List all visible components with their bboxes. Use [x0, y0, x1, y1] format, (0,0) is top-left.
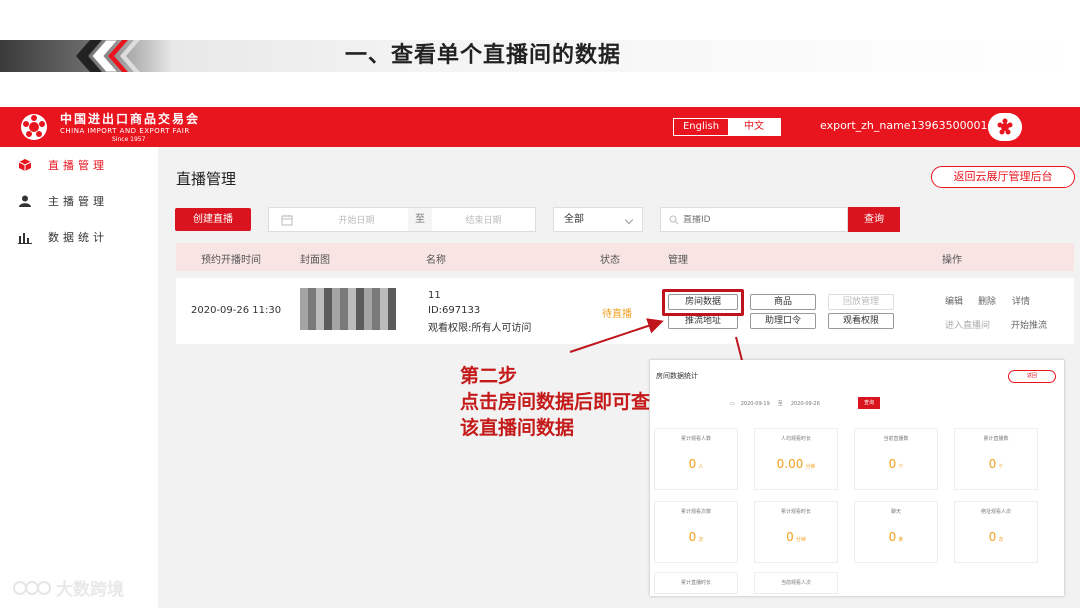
inset-date-start: 2020-09-19: [740, 400, 770, 407]
stat-card: 络址观看人次 0次: [954, 501, 1038, 563]
stat-card: 当前观看人次: [754, 572, 838, 594]
stat-label: 络址观看人次: [980, 509, 1011, 515]
callout-line-1: 第二步: [460, 365, 518, 387]
watermark-logo-icon: [13, 580, 51, 595]
stat-value: 0: [688, 457, 697, 471]
stat-card: 累计观看人数 0人: [654, 428, 738, 490]
stat-label: 聊天: [890, 509, 901, 515]
stat-label: 累计观看人数: [680, 436, 711, 442]
stat-value: 0.00: [776, 457, 804, 471]
callout-line-3: 该直播间数据: [460, 417, 575, 439]
stat-card: 累计直播时长: [654, 572, 738, 594]
stat-card: 累计观看次数 0次: [654, 501, 738, 563]
stat-label: 累计直播时长: [680, 580, 711, 586]
stat-label: 累计观看次数: [680, 509, 711, 515]
stat-unit: 次: [998, 537, 1004, 543]
stat-value: 0: [888, 457, 897, 471]
inset-query-button[interactable]: 查询: [858, 397, 880, 409]
stat-unit: 分钟: [795, 537, 806, 543]
inset-date-sep: 至: [777, 401, 783, 407]
stat-label: 累计直播数: [983, 436, 1009, 442]
stat-unit: 个: [998, 464, 1004, 470]
stat-unit: 次: [698, 537, 704, 543]
stat-unit: 分钟: [805, 464, 816, 470]
watermark: 大数跨境: [12, 575, 124, 600]
calendar-icon: ▭: [730, 400, 735, 407]
stat-card: 聊天 0条: [854, 501, 938, 563]
stat-unit: 个: [898, 464, 904, 470]
arrow-to-room-data: [569, 318, 664, 353]
stat-card: 累计观看时长 0 分钟: [754, 501, 838, 563]
stat-card: 累计直播数 0个: [954, 428, 1038, 490]
stat-value: 0: [988, 457, 997, 471]
stat-label: 当前观看人次: [780, 580, 811, 586]
stat-value: 0: [688, 530, 697, 544]
inset-date-range[interactable]: ▭ 2020-09-19 至 2020-09-26: [730, 398, 850, 409]
stat-card: 当前直播数 0个: [854, 428, 938, 490]
stat-label: 累计观看时长: [780, 509, 811, 515]
inset-back-button[interactable]: 返回: [1008, 370, 1056, 383]
stat-value: 0: [988, 530, 997, 544]
callout-line-2: 点击房间数据后即可查看: [460, 391, 670, 413]
stat-label: 人均观看时长: [780, 436, 811, 442]
stat-label: 当前直播数: [883, 436, 909, 442]
stat-card: 人均观看时长 0.00 分钟: [754, 428, 838, 490]
step-callout: 第二步 点击房间数据后即可查看 该直播间数据: [460, 363, 669, 441]
stat-unit: 条: [898, 537, 904, 543]
inset-date-end: 2020-09-26: [790, 400, 820, 407]
stat-value: 0: [786, 530, 794, 544]
watermark-text: 大数跨境: [56, 580, 124, 600]
room-data-stats-inset: 房间数据统计 返回 ▭ 2020-09-19 至 2020-09-26 查询 累…: [650, 360, 1064, 596]
stat-unit: 人: [698, 464, 704, 470]
stat-value: 0: [888, 530, 897, 544]
inset-title: 房间数据统计: [656, 372, 698, 380]
